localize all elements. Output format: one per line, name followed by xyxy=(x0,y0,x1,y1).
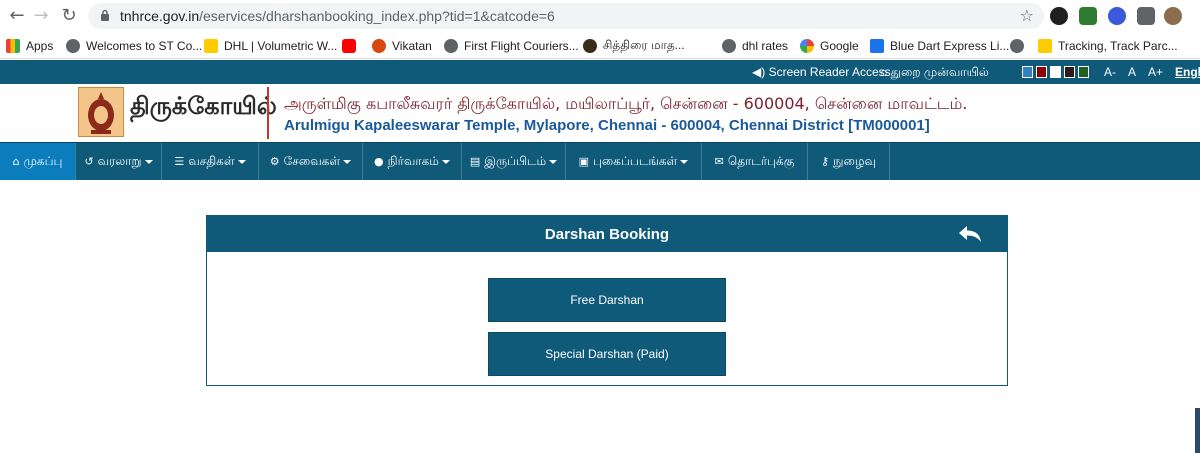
browser-toolbar: ← → ↻ tnhrce.gov.in/eservices/dharshanbo… xyxy=(0,0,1200,32)
extension-shield-icon[interactable] xyxy=(1079,7,1097,25)
bookmark-item[interactable]: Blue Dart Express Li... xyxy=(870,37,1009,54)
utility-bar: ◀) Screen Reader Access ⌂ துறை முன்வாயில… xyxy=(0,60,1200,84)
reload-icon[interactable]: ↻ xyxy=(58,5,80,27)
caret-down-icon xyxy=(549,159,558,164)
caret-down-icon xyxy=(680,159,689,164)
list-icon: ☰ xyxy=(174,155,185,168)
darshan-booking-panel: Darshan Booking Free Darshan Special Dar… xyxy=(206,215,1008,386)
image-icon: ▣ xyxy=(578,155,589,168)
theme-swatch-red[interactable] xyxy=(1036,66,1047,78)
bookmark-item[interactable] xyxy=(342,37,362,54)
bookmark-item[interactable]: Welcomes to ST Co... xyxy=(66,37,202,54)
envelope-icon: ✉ xyxy=(714,155,724,168)
language-toggle[interactable]: Engl xyxy=(1175,65,1200,79)
speaker-icon: ◀) xyxy=(752,65,766,79)
globe-icon xyxy=(66,38,80,53)
bookmark-apps[interactable]: Apps xyxy=(6,37,53,54)
bookmark-item[interactable]: Vikatan xyxy=(372,37,432,54)
nav-facilities[interactable]: ☰ வசதிகள் xyxy=(162,143,259,180)
google-icon xyxy=(800,38,814,53)
extension-search-icon[interactable] xyxy=(1108,7,1126,25)
globe-icon xyxy=(444,38,458,53)
nav-administration[interactable]: ● நிர்வாகம் xyxy=(363,143,462,180)
globe-icon xyxy=(1010,38,1024,53)
bookmark-item[interactable]: First Flight Couriers... xyxy=(444,37,579,54)
font-normal-button[interactable]: A xyxy=(1128,65,1136,79)
nav-contact[interactable]: ✉ தொடர்புக்கு xyxy=(702,143,808,180)
extension-sync-icon[interactable] xyxy=(1050,7,1068,25)
bookmark-item[interactable]: சித்திரை மாத... xyxy=(583,37,685,54)
bookmark-item[interactable]: dhl rates xyxy=(722,37,788,54)
caret-down-icon xyxy=(237,159,246,164)
temple-logo[interactable] xyxy=(78,87,124,137)
caret-down-icon xyxy=(343,159,352,164)
theme-swatch-white[interactable] xyxy=(1050,66,1061,78)
header-divider xyxy=(267,87,269,139)
caret-down-icon xyxy=(441,159,450,164)
globe-icon xyxy=(722,38,736,53)
bookmark-item[interactable]: Google xyxy=(800,37,859,54)
special-darshan-button[interactable]: Special Darshan (Paid) xyxy=(488,332,726,376)
profile-avatar[interactable] xyxy=(1164,7,1182,25)
free-darshan-button[interactable]: Free Darshan xyxy=(488,278,726,322)
caret-down-icon xyxy=(144,159,153,164)
panel-header: Darshan Booking xyxy=(207,216,1007,252)
logo-wordmark: திருக்கோயில் xyxy=(130,92,277,120)
temple-icon xyxy=(583,38,597,53)
theme-swatch-blue[interactable] xyxy=(1022,66,1033,78)
nav-login[interactable]: ⚷ நுழைவு xyxy=(808,143,890,180)
nav-location[interactable]: ▤ இருப்பிடம் xyxy=(462,143,566,180)
reply-back-icon[interactable] xyxy=(957,224,983,244)
font-increase-button[interactable]: A+ xyxy=(1148,65,1163,79)
extensions-puzzle-icon[interactable] xyxy=(1137,7,1155,25)
screen-reader-link[interactable]: ◀) Screen Reader Access xyxy=(752,65,891,79)
back-arrow-icon[interactable]: ← xyxy=(6,5,28,27)
panel-title: Darshan Booking xyxy=(544,226,670,243)
vikatan-icon xyxy=(372,38,386,53)
theme-swatch-green[interactable] xyxy=(1078,66,1089,78)
font-decrease-button[interactable]: A- xyxy=(1104,65,1116,79)
user-icon: ● xyxy=(374,155,384,168)
nav-services[interactable]: ⚙ சேவைகள் xyxy=(259,143,363,180)
bookmark-star-icon[interactable]: ☆ xyxy=(1020,6,1034,25)
home-icon: ⌂ xyxy=(12,155,20,168)
home-link[interactable]: ⌂ துறை முன்வாயில் xyxy=(880,65,989,81)
scrollbar[interactable] xyxy=(1195,408,1200,453)
apps-grid-icon xyxy=(6,38,20,53)
nav-history[interactable]: ↺ வரலாறு xyxy=(76,143,162,180)
theme-swatch-dark[interactable] xyxy=(1064,66,1075,78)
address-bar[interactable]: tnhrce.gov.in/eservices/dharshanbooking_… xyxy=(88,3,1044,29)
main-navigation: ⌂ முகப்பு ↺ வரலாறு ☰ வசதிகள் ⚙ சேவைகள் ● நிர்… xyxy=(0,142,1200,180)
map-icon: ▤ xyxy=(469,155,481,168)
site-header: திருக்கோயில் அருள்மிகு கபாலீசுவரர் திருக… xyxy=(0,84,1200,142)
dhl-icon xyxy=(1038,38,1052,53)
home-icon: ⌂ xyxy=(880,65,888,79)
temple-title-tamil: அருள்மிகு கபாலீசுவரர் திருக்கோயில், மயில… xyxy=(284,94,968,113)
youtube-icon xyxy=(342,38,356,53)
lamp-icon xyxy=(88,92,114,134)
nav-home[interactable]: ⌂ முகப்பு xyxy=(0,143,76,180)
cogs-icon: ⚙ xyxy=(269,155,280,168)
nav-photos[interactable]: ▣ புகைப்படங்கள் xyxy=(566,143,702,180)
dhl-icon xyxy=(204,38,218,53)
url-text: tnhrce.gov.in/eservices/dharshanbooking_… xyxy=(120,8,555,24)
bookmark-item[interactable]: Tracking, Track Parc... xyxy=(1038,37,1178,54)
bluedart-icon xyxy=(870,38,884,53)
key-icon: ⚷ xyxy=(821,155,830,168)
lock-icon xyxy=(101,9,109,21)
forward-arrow-icon[interactable]: → xyxy=(30,5,52,27)
temple-title-english: Arulmigu Kapaleeswarar Temple, Mylapore,… xyxy=(284,117,930,134)
bookmark-item[interactable] xyxy=(1010,37,1030,54)
history-icon: ↺ xyxy=(84,155,94,168)
bookmarks-bar: Apps Welcomes to ST Co... DHL | Volumetr… xyxy=(0,32,1200,59)
bookmark-item[interactable]: DHL | Volumetric W... xyxy=(204,37,337,54)
